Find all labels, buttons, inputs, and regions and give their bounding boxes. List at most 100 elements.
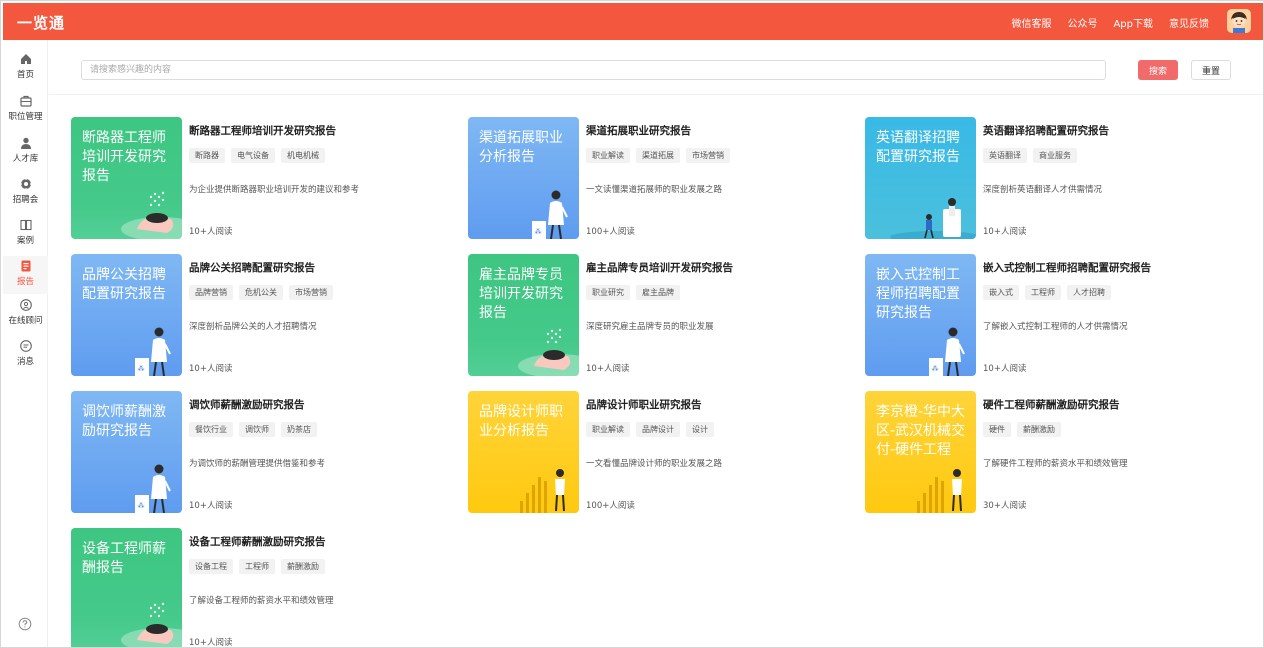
sidebar-item-advisor[interactable]: 在线顾问 (3, 298, 48, 334)
report-title[interactable]: 渠道拓展职业研究报告 (586, 123, 691, 138)
search-button[interactable]: 搜索 (1138, 60, 1178, 80)
report-description: 深度剖析英语翻译人才供需情况 (983, 185, 1103, 195)
tag: 餐饮行业 (189, 422, 233, 437)
report-description: 为调饮师的薪酬管理提供借鉴和参考 (189, 459, 326, 469)
sidebar-item-jobs[interactable]: 职位管理 (3, 94, 48, 130)
nav-feedback[interactable]: 意见反馈 (1169, 15, 1209, 30)
tag-list: 品牌营销 危机公关 市场营销 (189, 285, 333, 300)
thumbnail-title: 嵌入式控制工程师招聘配置研究报告 (876, 267, 960, 321)
tag: 职业解读 (586, 148, 630, 163)
report-description: 深度研究雇主品牌专员的职业发展 (586, 322, 714, 332)
tag: 薪酬激励 (281, 559, 325, 574)
tag-list: 英语翻译 商业服务 (983, 148, 1077, 163)
svg-text:⁂: ⁂ (138, 502, 145, 510)
tag: 品牌设计 (636, 422, 680, 437)
read-count: 30+人阅读 (983, 501, 1027, 511)
nav-official-account[interactable]: 公众号 (1067, 15, 1097, 30)
report-grid: 断路器工程师培训开发研究报告 断路器工程师培训开发研究报告 断路器 电气设备 机… (49, 96, 1263, 647)
svg-text:⁂: ⁂ (138, 365, 145, 373)
svg-text:⁂: ⁂ (535, 228, 542, 236)
read-count: 10+人阅读 (189, 638, 233, 648)
report-thumbnail: 雇主品牌专员培训开发研究报告 (468, 254, 579, 376)
report-card[interactable]: 李京橙-华中大区-武汉机械交付-硬件工程 硬件工程师薪酬激励研究报告 硬件 薪酬… (865, 391, 1245, 513)
report-description: 了解硬件工程师的薪资水平和绩效管理 (983, 459, 1128, 469)
report-thumbnail: 断路器工程师培训开发研究报告 (71, 117, 182, 239)
sidebar-item-label: 报告 (16, 277, 34, 287)
read-count: 10+人阅读 (189, 227, 233, 237)
sidebar-item-talent[interactable]: 人才库 (3, 136, 48, 172)
svg-text:⁂: ⁂ (932, 365, 939, 373)
reset-button[interactable]: 重置 (1191, 60, 1231, 80)
tag-list: 嵌入式 工程师 人才招聘 (983, 285, 1111, 300)
tag: 市场营销 (289, 285, 333, 300)
report-description: 一文看懂品牌设计师的职业发展之路 (586, 459, 723, 469)
report-title[interactable]: 雇主品牌专员培训开发研究报告 (586, 260, 733, 275)
report-card[interactable]: 雇主品牌专员培训开发研究报告 雇主品牌专员培训开发研究报告 职业研究 雇主品牌 … (468, 254, 848, 376)
tag: 设计 (686, 422, 714, 437)
report-title[interactable]: 品牌设计师职业研究报告 (586, 397, 702, 412)
report-thumbnail: 英语翻译招聘配置研究报告 (865, 117, 976, 239)
report-thumbnail: ⁂ 调饮师薪酬激励研究报告 (71, 391, 182, 513)
tag: 嵌入式 (983, 285, 1019, 300)
report-title[interactable]: 英语翻译招聘配置研究报告 (983, 123, 1109, 138)
tag: 奶茶店 (281, 422, 317, 437)
avatar[interactable] (1227, 9, 1251, 33)
tag: 雇主品牌 (636, 285, 680, 300)
report-title[interactable]: 断路器工程师培训开发研究报告 (189, 123, 336, 138)
read-count: 10+人阅读 (189, 501, 233, 511)
report-title[interactable]: 嵌入式控制工程师招聘配置研究报告 (983, 260, 1151, 275)
tag: 人才招聘 (1067, 285, 1111, 300)
tag: 市场营销 (686, 148, 730, 163)
sidebar-item-home[interactable]: 首页 (3, 52, 48, 88)
tag-list: 职业解读 渠道拓展 市场营销 (586, 148, 730, 163)
sidebar-item-job-fair[interactable]: 招聘会 (3, 177, 48, 213)
report-title[interactable]: 硬件工程师薪酬激励研究报告 (983, 397, 1120, 412)
search-bar: 搜索 重置 (49, 40, 1263, 95)
report-title[interactable]: 调饮师薪酬激励研究报告 (189, 397, 305, 412)
report-card[interactable]: ⁂ 嵌入式控制工程师招聘配置研究报告 嵌入式控制工程师招聘配置研究报告 嵌入式 … (865, 254, 1245, 376)
nav-app-download[interactable]: App下载 (1113, 15, 1153, 30)
home-icon (20, 54, 31, 64)
briefcase-icon (19, 95, 32, 107)
tag-list: 硬件 薪酬激励 (983, 422, 1061, 437)
report-card[interactable]: 断路器工程师培训开发研究报告 断路器工程师培训开发研究报告 断路器 电气设备 机… (71, 117, 451, 239)
sidebar-item-reports[interactable]: 报告 (3, 256, 48, 294)
help-icon[interactable] (18, 617, 32, 631)
tag: 渠道拓展 (636, 148, 680, 163)
report-description: 深度剖析品牌公关的人才招聘情况 (189, 322, 317, 332)
report-card[interactable]: ⁂ 渠道拓展职业分析报告 渠道拓展职业研究报告 职业解读 渠道拓展 市场营销 一… (468, 117, 848, 239)
sidebar-item-label: 招聘会 (12, 195, 39, 205)
sidebar-item-messages[interactable]: 消息 (3, 339, 48, 375)
report-thumbnail: 品牌设计师职业分析报告 (468, 391, 579, 513)
read-count: 10+人阅读 (189, 364, 233, 374)
app-window: 一览通 微信客服 公众号 App下载 意见反馈 首页 职位管理 人才库 招聘会 … (0, 0, 1264, 648)
thumbnail-title: 英语翻译招聘配置研究报告 (876, 130, 960, 165)
sidebar-item-label: 职位管理 (8, 112, 43, 122)
report-description: 了解设备工程师的薪资水平和绩效管理 (189, 596, 334, 606)
report-card[interactable]: ⁂ 调饮师薪酬激励研究报告 调饮师薪酬激励研究报告 餐饮行业 调饮师 奶茶店 为… (71, 391, 451, 513)
report-thumbnail: ⁂ 品牌公关招聘配置研究报告 (71, 254, 182, 376)
brand-logo[interactable]: 一览通 (17, 12, 65, 33)
report-card[interactable]: 设备工程师薪酬报告 设备工程师薪酬激励研究报告 设备工程 工程师 薪酬激励 了解… (71, 528, 451, 648)
sidebar-item-cases[interactable]: 案例 (3, 218, 48, 254)
thumbnail-title: 调饮师薪酬激励研究报告 (82, 404, 166, 439)
sidebar-item-label: 案例 (16, 236, 34, 246)
sidebar-item-label: 消息 (16, 357, 34, 367)
report-card[interactable]: 英语翻译招聘配置研究报告 英语翻译招聘配置研究报告 英语翻译 商业服务 深度剖析… (865, 117, 1245, 239)
tag: 工程师 (1025, 285, 1061, 300)
report-title[interactable]: 品牌公关招聘配置研究报告 (189, 260, 315, 275)
report-description: 一文读懂渠道拓展师的职业发展之路 (586, 185, 723, 195)
tag: 调饮师 (239, 422, 275, 437)
sidebar-item-label: 人才库 (12, 154, 39, 164)
thumbnail-title: 品牌公关招聘配置研究报告 (82, 267, 166, 302)
nav-wechat-service[interactable]: 微信客服 (1011, 15, 1051, 30)
report-card[interactable]: ⁂ 品牌公关招聘配置研究报告 品牌公关招聘配置研究报告 品牌营销 危机公关 市场… (71, 254, 451, 376)
search-input[interactable] (81, 60, 1106, 80)
report-title[interactable]: 设备工程师薪酬激励研究报告 (189, 534, 326, 549)
sidebar: 首页 职位管理 人才库 招聘会 案例 报告 在线顾问 消息 (3, 40, 48, 647)
tag: 设备工程 (189, 559, 233, 574)
report-card[interactable]: 品牌设计师职业分析报告 品牌设计师职业研究报告 职业解读 品牌设计 设计 一文看… (468, 391, 848, 513)
read-count: 10+人阅读 (586, 364, 630, 374)
sidebar-item-label: 在线顾问 (8, 316, 43, 326)
report-description: 了解嵌入式控制工程师的人才供需情况 (983, 322, 1128, 332)
